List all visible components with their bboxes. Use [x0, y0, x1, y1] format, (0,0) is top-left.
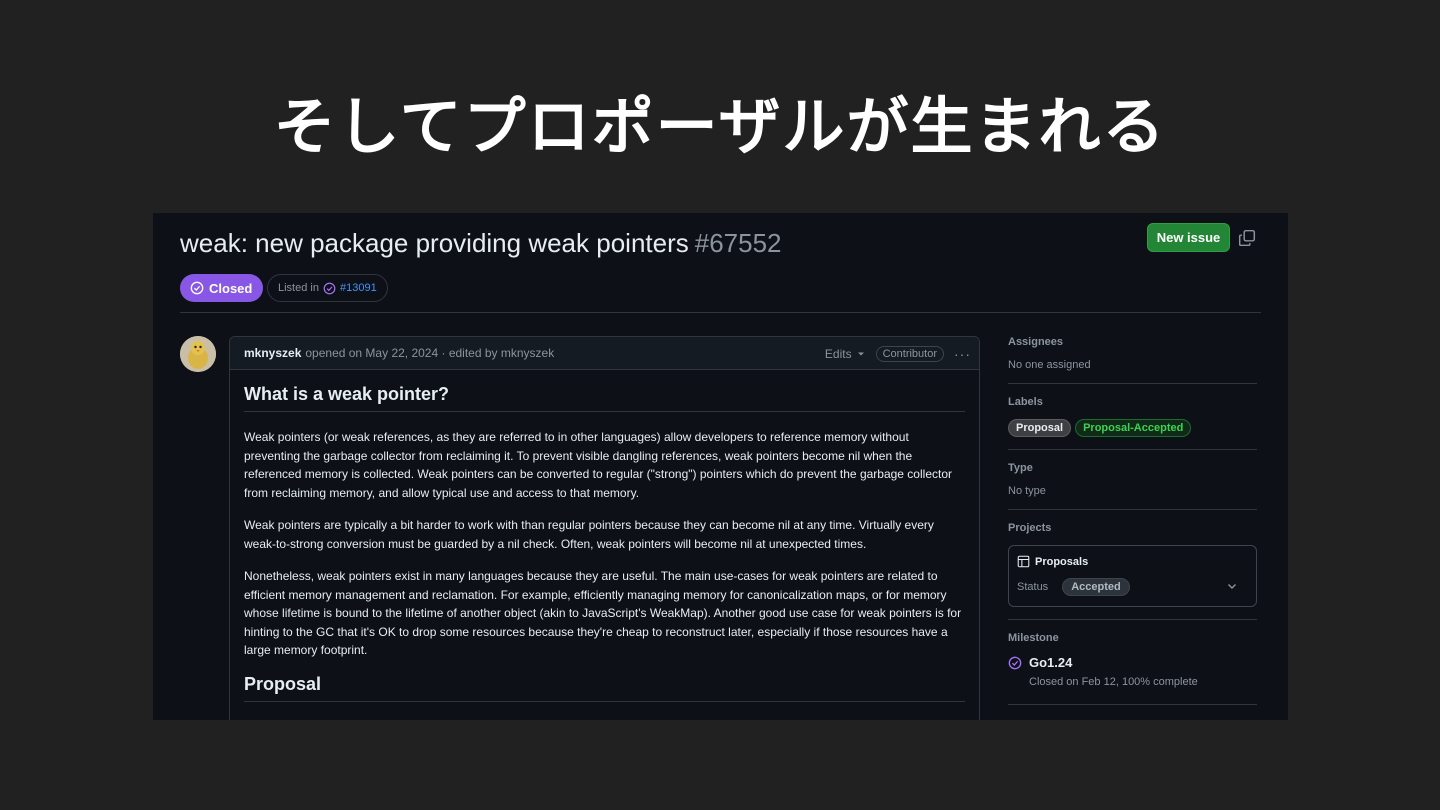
sidebar-projects: Projects Proposals Status Accepted — [1008, 522, 1257, 620]
comment-paragraph: Nonetheless, weak pointers exist in many… — [244, 569, 962, 657]
new-issue-button[interactable]: New issue — [1147, 223, 1230, 252]
comment-body: What is a weak pointer? Weak pointers (o… — [230, 370, 979, 702]
label-proposal-accepted[interactable]: Proposal-Accepted — [1075, 419, 1192, 437]
listed-in-link[interactable]: #13091 — [340, 282, 377, 294]
edits-dropdown[interactable]: Edits — [825, 347, 866, 361]
assignees-value: No one assigned — [1008, 359, 1091, 371]
contributor-badge: Contributor — [875, 345, 944, 362]
milestone-icon — [1008, 656, 1022, 669]
avatar-image — [180, 336, 216, 372]
issue-sidebar: Assignees No one assigned Labels Proposa… — [1008, 336, 1257, 717]
issue-title: weak: new package providing weak pointer… — [180, 228, 782, 259]
listed-in-label: Listed in — [278, 282, 319, 294]
issue-number: #67552 — [694, 228, 782, 258]
label-proposal[interactable]: Proposal — [1008, 419, 1072, 437]
milestone-row[interactable]: Go1.24 — [1008, 655, 1257, 670]
caret-down-icon — [857, 352, 864, 355]
project-name-text: Proposals — [1035, 555, 1089, 568]
assignees-heading[interactable]: Assignees — [1008, 336, 1257, 348]
github-issue-screenshot: weak: new package providing weak pointer… — [153, 213, 1288, 720]
project-status-label: Status — [1017, 581, 1049, 593]
header-divider — [180, 312, 1261, 313]
comment-meta: opened on May 22, 2024 · edited by mknys… — [305, 346, 555, 360]
copy-icon[interactable] — [1238, 229, 1256, 247]
sidebar-assignees: Assignees No one assigned — [1008, 336, 1257, 384]
check-circle-icon — [190, 281, 204, 295]
milestone-name: Go1.24 — [1029, 655, 1073, 670]
status-label: Closed — [209, 280, 253, 296]
kebab-icon[interactable]: ··· — [954, 346, 971, 362]
project-card: Proposals Status Accepted — [1008, 545, 1257, 607]
listed-in-badge[interactable]: Listed in #13091 — [267, 274, 388, 302]
comment-paragraph: Weak pointers are typically a bit harder… — [244, 518, 934, 551]
avatar[interactable] — [180, 336, 216, 372]
status-badge: Closed — [180, 274, 264, 302]
project-name[interactable]: Proposals — [1017, 555, 1248, 568]
issue-comment: mknyszek opened on May 22, 2024 · edited… — [229, 336, 980, 720]
labels-heading[interactable]: Labels — [1008, 396, 1257, 408]
project-status-row: Status Accepted — [1017, 576, 1248, 598]
slide-title: そしてプロポーザルが生まれる — [273, 90, 1167, 163]
type-value: No type — [1008, 485, 1046, 497]
comment-header: mknyszek opened on May 22, 2024 · edited… — [230, 337, 979, 370]
sidebar-type: Type No type — [1008, 462, 1257, 510]
comment-heading: What is a weak pointer? — [244, 384, 965, 412]
chevron-down-icon[interactable] — [1226, 580, 1238, 592]
milestone-detail: Closed on Feb 12, 100% complete — [1029, 676, 1198, 688]
sidebar-labels: Labels Proposal Proposal-Accepted — [1008, 396, 1257, 450]
issue-title-text: weak: new package providing weak pointer… — [180, 228, 689, 258]
check-circle-icon — [323, 282, 336, 294]
type-heading[interactable]: Type — [1008, 462, 1257, 474]
projects-heading[interactable]: Projects — [1008, 522, 1257, 534]
edits-label: Edits — [824, 346, 852, 361]
comment-author[interactable]: mknyszek — [244, 346, 301, 360]
sidebar-milestone: Milestone Go1.24 Closed on Feb 12, 100% … — [1008, 632, 1257, 705]
comment-heading: Proposal — [244, 674, 965, 702]
project-status-value[interactable]: Accepted — [1062, 578, 1130, 596]
comment-paragraph: Weak pointers (or weak references, as th… — [244, 430, 952, 500]
milestone-heading[interactable]: Milestone — [1008, 632, 1257, 644]
table-icon — [1017, 555, 1030, 568]
